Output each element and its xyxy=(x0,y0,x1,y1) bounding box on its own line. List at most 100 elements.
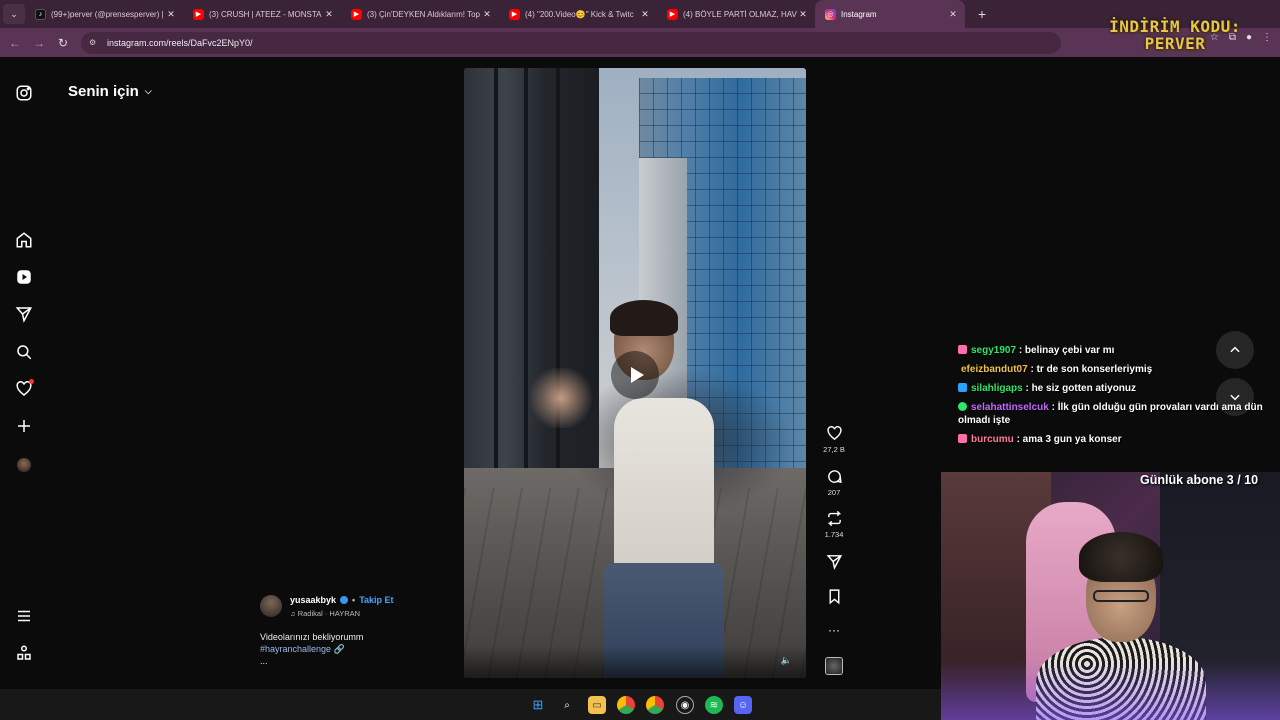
promo-line-2: PERVER xyxy=(1144,34,1206,53)
reel-video[interactable]: 🔈 xyxy=(464,68,806,678)
browser-tab-strip: ⌄ ♪ (99+)perver (@prensesperver) | ✕ ▶ (… xyxy=(0,0,1280,28)
more-options-icon[interactable]: ··· xyxy=(820,623,848,637)
caption-hashtag[interactable]: #hayranchallenge xyxy=(260,644,331,654)
menu-icon[interactable]: ⋮ xyxy=(1262,32,1272,43)
webcam-streamer-hair xyxy=(1079,532,1163,582)
chat-message: burcumu : ama 3 gun ya konser xyxy=(958,433,1273,446)
feed-title: Senin için xyxy=(68,83,139,100)
volume-icon[interactable]: 🔈 xyxy=(781,655,792,666)
like-count: 27,2 B xyxy=(823,445,845,454)
comment-icon xyxy=(827,470,842,484)
browser-tab[interactable]: ▶ (4) BÖYLE PARTİ OLMAZ, HAVU ✕ xyxy=(657,0,815,28)
instagram-logo-icon[interactable] xyxy=(14,83,34,103)
audio-track[interactable]: ♫ Radikal · HAYRAN xyxy=(290,609,394,618)
tab-title: (4) "200.Video😊" Kick & Twitc xyxy=(525,9,634,19)
address-bar[interactable]: ⚙ instagram.com/reels/DaFvc2ENpY0/ xyxy=(81,31,1061,54)
instagram-sidebar xyxy=(0,57,48,720)
share-button[interactable] xyxy=(820,553,848,570)
reel-author: yusaakbyk • Takip Et ♫ Radikal · HAYRAN xyxy=(260,595,394,618)
comment-button[interactable]: 207 xyxy=(820,468,848,497)
repost-count: 1.734 xyxy=(824,530,844,539)
new-tab-button[interactable]: + xyxy=(971,6,993,22)
chat-text: : belinay çebi var mı xyxy=(1018,345,1115,356)
close-tab-icon[interactable]: ✕ xyxy=(481,9,493,20)
windows-start-icon[interactable]: ⊞ xyxy=(529,696,547,714)
messages-icon[interactable] xyxy=(14,304,34,324)
chat-username: burcumu xyxy=(971,434,1014,445)
follow-button[interactable]: Takip Et xyxy=(359,595,393,605)
chat-text: : ama 3 gun ya konser xyxy=(1016,434,1122,445)
reels-icon[interactable] xyxy=(14,267,34,287)
heart-icon xyxy=(826,426,842,441)
browser-tab[interactable]: ▶ (4) "200.Video😊" Kick & Twitc ✕ xyxy=(499,0,657,28)
chat-badge-icon xyxy=(958,434,967,443)
chevron-down-icon: ⌵ xyxy=(144,86,152,96)
search-icon[interactable] xyxy=(14,342,34,362)
chat-message: silahligaps : he siz gotten atiyonuz xyxy=(958,382,1273,395)
browser-tab-active[interactable]: ◎ Instagram ✕ xyxy=(815,0,965,28)
verified-badge-icon xyxy=(340,596,349,604)
back-icon[interactable]: ← xyxy=(3,31,27,55)
notification-dot xyxy=(29,379,34,384)
webcam-streamer-glasses xyxy=(1093,590,1149,602)
close-tab-icon[interactable]: ✕ xyxy=(797,9,809,20)
tab-title: (99+)perver (@prensesperver) | xyxy=(51,9,164,19)
discord-icon[interactable]: ☺ xyxy=(734,696,752,714)
forward-icon[interactable]: → xyxy=(27,31,51,55)
browser-tab[interactable]: ♪ (99+)perver (@prensesperver) | ✕ xyxy=(25,0,183,28)
browser-toolbar: ← → ↻ ⚙ instagram.com/reels/DaFvc2ENpY0/… xyxy=(0,28,1280,57)
chat-text: : tr de son konserleriymiş xyxy=(1030,364,1153,375)
chrome-icon[interactable] xyxy=(617,696,635,714)
url-text: instagram.com/reels/DaFvc2ENpY0/ xyxy=(107,37,253,48)
comment-count: 207 xyxy=(827,488,841,497)
instagram-icon: ◎ xyxy=(825,8,836,20)
avatar[interactable] xyxy=(260,595,282,617)
close-tab-icon[interactable]: ✕ xyxy=(165,9,177,20)
chat-message: selahattinselcuk : İlk gün olduğu gün pr… xyxy=(958,401,1273,427)
stream-promo-overlay: İNDİRİM KODU: PERVER xyxy=(1105,18,1245,52)
link-icon: 🔗 xyxy=(333,644,345,654)
youtube-icon: ▶ xyxy=(351,8,362,20)
caption-more[interactable]: ... xyxy=(260,655,363,667)
chat-badge-icon xyxy=(958,383,967,392)
file-explorer-icon[interactable]: ▭ xyxy=(588,696,606,714)
obs-icon[interactable]: ◉ xyxy=(676,696,694,714)
tiktok-icon: ♪ xyxy=(35,8,46,20)
youtube-icon: ▶ xyxy=(193,8,204,20)
audio-thumbnail[interactable] xyxy=(825,657,843,675)
notifications-heart-icon[interactable] xyxy=(14,379,34,399)
youtube-icon: ▶ xyxy=(509,8,520,20)
chat-username: efeizbandut07 xyxy=(961,364,1028,375)
chat-badge-icon xyxy=(958,402,967,411)
browser-tab[interactable]: ▶ (3) CRUSH | ATEEZ - MONSTA X ✕ xyxy=(183,0,341,28)
subscriber-goal: Günlük abone 3 / 10 xyxy=(1140,473,1259,487)
reload-icon[interactable]: ↻ xyxy=(51,31,75,55)
caption-text: Videolarınızı bekliyorumm xyxy=(260,632,364,642)
site-info-icon[interactable]: ⚙ xyxy=(89,38,101,47)
author-username[interactable]: yusaakbyk xyxy=(290,595,336,605)
chrome-profile-icon[interactable] xyxy=(646,696,664,714)
chat-badge-icon xyxy=(958,345,967,354)
profile-icon[interactable]: ● xyxy=(1246,32,1252,43)
feed-selector[interactable]: Senin için ⌵ xyxy=(68,83,152,100)
like-button[interactable]: 27,2 B xyxy=(820,425,848,454)
close-tab-icon[interactable]: ✕ xyxy=(323,9,335,20)
browser-tab[interactable]: ▶ (3) Çin'DEYKEN Aldıklarım! Top ✕ xyxy=(341,0,499,28)
save-button[interactable] xyxy=(820,588,848,605)
tab-search-button[interactable]: ⌄ xyxy=(3,4,25,24)
search-icon[interactable]: ⌕ xyxy=(558,696,576,714)
home-icon[interactable] xyxy=(14,230,34,250)
spotify-icon[interactable]: ≋ xyxy=(705,696,723,714)
audio-track-label: Radikal · HAYRAN xyxy=(297,609,361,618)
tab-title: Instagram xyxy=(841,9,877,19)
create-plus-icon[interactable] xyxy=(14,416,34,436)
profile-avatar[interactable] xyxy=(14,455,34,475)
video-control-bar xyxy=(464,646,806,678)
repost-button[interactable]: 1.734 xyxy=(820,510,848,539)
also-from-meta-icon[interactable] xyxy=(14,643,34,663)
close-tab-icon[interactable]: ✕ xyxy=(639,9,651,20)
close-tab-icon[interactable]: ✕ xyxy=(947,9,959,20)
tab-title: (3) Çin'DEYKEN Aldıklarım! Top xyxy=(367,9,480,19)
more-menu-icon[interactable] xyxy=(14,606,34,626)
play-icon[interactable] xyxy=(611,351,659,399)
